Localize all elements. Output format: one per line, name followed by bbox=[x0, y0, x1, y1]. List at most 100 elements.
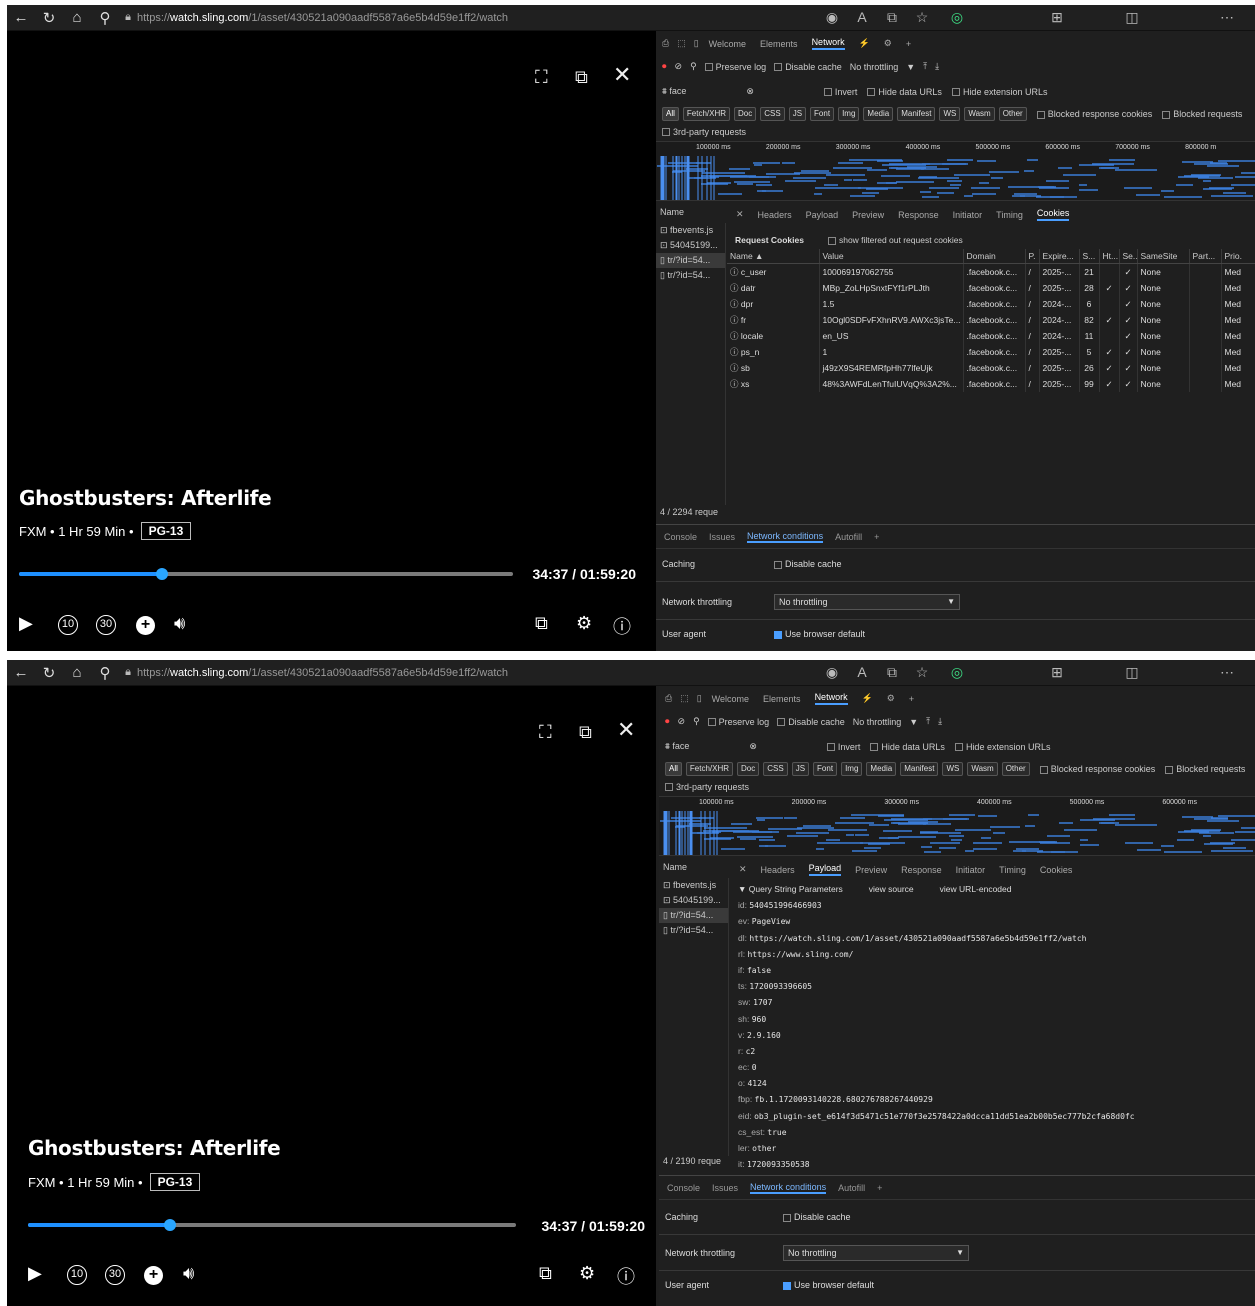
hide-data-urls-checkbox[interactable]: Hide data URLs bbox=[870, 742, 945, 752]
cookie-col-header[interactable]: S... bbox=[1079, 249, 1100, 264]
info-icon[interactable]: ⓘ bbox=[613, 613, 631, 639]
volume-icon[interactable]: 🔊︎ bbox=[174, 613, 185, 634]
inspect-icon[interactable]: ⬚ bbox=[677, 38, 686, 49]
drawer-tab-issues[interactable]: Issues bbox=[712, 1183, 738, 1193]
close-icon[interactable]: ✕ bbox=[613, 62, 631, 88]
cookie-col-header[interactable]: Part... bbox=[1189, 249, 1222, 264]
throttling-dropdown[interactable]: No throttling bbox=[774, 594, 960, 610]
settings-icon[interactable]: ⚙ bbox=[579, 1263, 595, 1284]
view-source-link[interactable]: view source bbox=[869, 881, 914, 897]
collections-icon[interactable]: ⊞ bbox=[1047, 9, 1067, 26]
drawer-tab-issues[interactable]: Issues bbox=[709, 532, 735, 542]
network-overview[interactable]: 100000 ms 200000 ms 300000 ms 400000 ms 5000… bbox=[656, 141, 1255, 201]
dock-icon[interactable]: ▯ bbox=[694, 38, 699, 49]
progress-knob[interactable] bbox=[163, 1219, 176, 1231]
favorite-icon[interactable]: ☆ bbox=[912, 664, 932, 681]
clear-icon[interactable]: ⊘ bbox=[678, 716, 686, 727]
drawer-tab-autofill[interactable]: Autofill bbox=[838, 1183, 865, 1193]
third-party-checkbox[interactable]: 3rd-party requests bbox=[662, 127, 746, 137]
dock-icon[interactable]: ▯ bbox=[697, 693, 702, 704]
clear-filter-icon[interactable]: ⊗ bbox=[746, 86, 754, 97]
hide-extension-checkbox[interactable]: Hide extension URLs bbox=[951, 87, 1047, 97]
cookie-col-header[interactable]: Se... bbox=[1119, 249, 1138, 264]
request-item[interactable]: ⊡ 54045199... bbox=[659, 893, 728, 908]
minimize-icon[interactable]: ⧉ bbox=[535, 613, 548, 634]
settings-icon[interactable]: ⚙ bbox=[576, 613, 592, 634]
rewind-10-icon[interactable]: 10 bbox=[67, 1265, 87, 1285]
request-item[interactable]: ⊡ fbevents.js bbox=[656, 223, 725, 238]
pip-icon[interactable]: ⧉ bbox=[579, 722, 592, 743]
rewind-10-icon[interactable]: 10 bbox=[58, 615, 78, 635]
add-tab-icon[interactable]: + bbox=[909, 694, 914, 704]
refresh-icon[interactable]: ↻ bbox=[35, 664, 63, 682]
reader-icon[interactable]: ◉ bbox=[822, 664, 842, 681]
play-icon[interactable]: ▶ bbox=[19, 613, 33, 634]
request-item[interactable]: ⊡ fbevents.js bbox=[659, 878, 728, 893]
request-item[interactable]: ▯ tr/?id=54... bbox=[656, 268, 725, 283]
detail-tab-initiator[interactable]: Initiator bbox=[956, 865, 986, 875]
filter-input[interactable]: ⩩ face bbox=[662, 86, 686, 97]
type-filter-all[interactable]: All bbox=[665, 762, 682, 776]
cookie-col-header[interactable]: SameSite bbox=[1137, 249, 1190, 264]
type-filter-other[interactable]: Other bbox=[1001, 762, 1030, 776]
throttling-select[interactable]: No throttling bbox=[853, 717, 902, 727]
detail-tab-initiator[interactable]: Initiator bbox=[953, 210, 983, 220]
drawer-tab-network-conditions[interactable]: Network conditions bbox=[750, 1182, 827, 1194]
read-aloud-icon[interactable]: A bbox=[852, 664, 872, 680]
volume-icon[interactable]: 🔊︎ bbox=[183, 1263, 194, 1284]
query-params-heading[interactable]: ▼ Query String Parameters bbox=[738, 881, 843, 897]
url-field[interactable]: https://watch.sling.com/1/asset/430521a0… bbox=[137, 12, 508, 24]
type-filter-img[interactable]: Img bbox=[841, 762, 863, 776]
detail-tab-cookies[interactable]: Cookies bbox=[1040, 865, 1073, 875]
filter-input[interactable]: ⩩ face bbox=[665, 741, 689, 752]
progress-knob[interactable] bbox=[156, 568, 169, 580]
minimize-icon[interactable]: ⧉ bbox=[539, 1263, 552, 1284]
favorite-icon[interactable]: ☆ bbox=[912, 9, 932, 26]
third-party-checkbox[interactable]: 3rd-party requests bbox=[665, 782, 749, 792]
more-icon[interactable]: ⋯ bbox=[1217, 664, 1237, 681]
show-filtered-checkbox[interactable]: show filtered out request cookies bbox=[827, 235, 963, 245]
import-icon[interactable]: ⤒ bbox=[923, 61, 927, 72]
home-icon[interactable]: ⌂ bbox=[63, 9, 91, 26]
filter-icon[interactable]: ⚲ bbox=[690, 61, 697, 72]
add-icon[interactable]: + bbox=[136, 616, 155, 635]
type-filter-wasm[interactable]: Wasm bbox=[967, 762, 998, 776]
search-icon[interactable]: ⚲ bbox=[91, 664, 119, 682]
read-aloud-icon[interactable]: A bbox=[852, 9, 872, 25]
disable-cache-checkbox[interactable]: Disable cache bbox=[777, 717, 845, 727]
detail-tab-headers[interactable]: Headers bbox=[758, 210, 792, 220]
record-icon[interactable]: ⏺ bbox=[665, 716, 670, 727]
url-field[interactable]: https://watch.sling.com/1/asset/430521a0… bbox=[137, 667, 508, 679]
detail-tab-preview[interactable]: Preview bbox=[855, 865, 887, 875]
lock-icon[interactable]: 🔒︎ bbox=[119, 11, 137, 24]
type-filter-ws[interactable]: WS bbox=[942, 762, 964, 776]
use-browser-default-checkbox[interactable]: Use browser default bbox=[774, 629, 865, 639]
more-icon[interactable]: ⋯ bbox=[1217, 9, 1237, 26]
close-detail-icon[interactable]: ✕ bbox=[736, 209, 744, 220]
fullscreen-icon[interactable]: ⛶ bbox=[535, 67, 548, 88]
forward-30-icon[interactable]: 30 bbox=[105, 1265, 125, 1285]
invert-checkbox[interactable]: Invert bbox=[826, 742, 860, 752]
detail-tab-preview[interactable]: Preview bbox=[852, 210, 884, 220]
drawer-tab-autofill[interactable]: Autofill bbox=[835, 532, 862, 542]
type-filter-ws[interactable]: WS bbox=[939, 107, 961, 121]
throttling-select[interactable]: No throttling bbox=[850, 62, 899, 72]
tab-network[interactable]: Network bbox=[811, 37, 845, 50]
cookie-row[interactable]: ⓘ c_user 100069197062755 .facebook.c.../20… bbox=[727, 263, 1255, 280]
disable-cache-checkbox[interactable]: Disable cache bbox=[774, 62, 842, 72]
copilot-icon[interactable]: ◎ bbox=[947, 9, 967, 26]
export-icon[interactable]: ⤓ bbox=[938, 716, 942, 727]
pip-icon[interactable]: ⧉ bbox=[575, 67, 588, 88]
type-filter-fetchxhr[interactable]: Fetch/XHR bbox=[685, 762, 734, 776]
add-icon[interactable]: + bbox=[144, 1266, 163, 1285]
type-filter-font[interactable]: Font bbox=[813, 762, 838, 776]
detail-tab-response[interactable]: Response bbox=[901, 865, 942, 875]
throttling-dropdown[interactable]: No throttling bbox=[783, 1245, 969, 1261]
export-icon[interactable]: ⤓ bbox=[935, 61, 939, 72]
back-icon[interactable]: ← bbox=[7, 9, 35, 26]
preserve-log-checkbox[interactable]: Preserve log bbox=[704, 62, 766, 72]
performance-icon[interactable]: ⚡ bbox=[859, 38, 870, 49]
network-overview[interactable]: 100000 ms 200000 ms 300000 ms 400000 ms 5000… bbox=[659, 796, 1255, 856]
request-item[interactable]: ▯ tr/?id=54... bbox=[659, 923, 728, 938]
type-filter-font[interactable]: Font bbox=[810, 107, 835, 121]
